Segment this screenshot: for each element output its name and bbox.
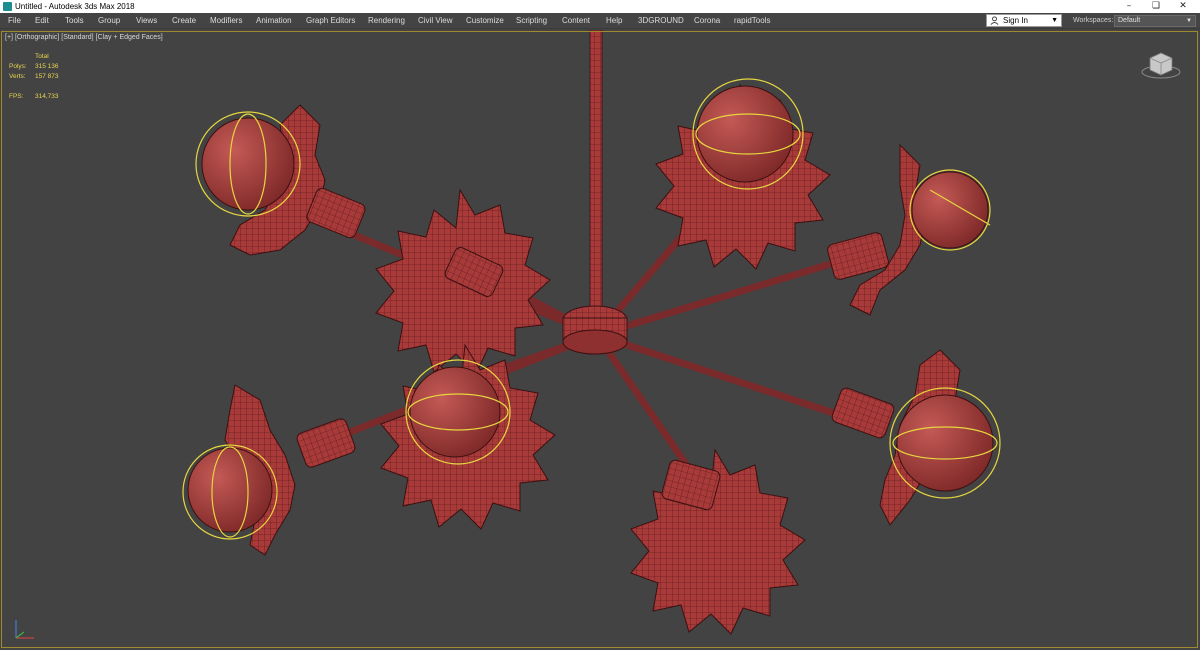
menu-rapidtools[interactable]: rapidTools	[734, 13, 770, 29]
center-hub[interactable]	[562, 305, 628, 355]
app-icon	[3, 2, 12, 11]
stats-polys-label: Polys:	[9, 63, 27, 70]
title-bar: Untitled - Autodesk 3ds Max 2018 – ❏ ✕	[0, 0, 1200, 13]
restore-button[interactable]: ❏	[1146, 0, 1166, 13]
user-icon	[990, 16, 999, 25]
menu-rendering[interactable]: Rendering	[368, 13, 405, 29]
viewport-point-of-view[interactable]: [Orthographic]	[15, 34, 59, 41]
chevron-down-icon: ▼	[1186, 18, 1192, 24]
workspaces-label: Workspaces:	[1073, 17, 1114, 24]
viewport[interactable]: [+] [Orthographic] [Standard] [Clay + Ed…	[0, 30, 1200, 650]
stats-fps-label: FPS:	[9, 93, 24, 100]
menu-customize[interactable]: Customize	[466, 13, 504, 29]
center-pole[interactable]	[589, 30, 603, 311]
menu-bar: File Edit Tools Group Views Create Modif…	[0, 13, 1200, 29]
stats-polys-value: 315 136	[35, 63, 59, 70]
menu-views[interactable]: Views	[136, 13, 157, 29]
menu-3dground[interactable]: 3DGROUND	[638, 13, 684, 29]
stats-total-label: Total	[35, 53, 49, 60]
menu-edit[interactable]: Edit	[35, 13, 49, 29]
menu-modifiers[interactable]: Modifiers	[210, 13, 242, 29]
axis-tripod-icon	[15, 620, 34, 639]
menu-scripting[interactable]: Scripting	[516, 13, 547, 29]
close-button[interactable]: ✕	[1173, 0, 1193, 13]
stats-verts-label: Verts:	[9, 73, 26, 80]
menu-file[interactable]: File	[8, 13, 21, 29]
menu-civil-view[interactable]: Civil View	[418, 13, 453, 29]
workspaces-value: Default	[1118, 17, 1141, 24]
sign-in-dropdown[interactable]: Sign In ▼	[986, 14, 1062, 27]
menu-help[interactable]: Help	[606, 13, 622, 29]
menu-content[interactable]: Content	[562, 13, 590, 29]
window-title: Untitled - Autodesk 3ds Max 2018	[15, 2, 135, 11]
viewcube-icon[interactable]	[1140, 48, 1182, 80]
menu-animation[interactable]: Animation	[256, 13, 292, 29]
workspaces-select[interactable]: Default ▼	[1114, 15, 1196, 27]
viewport-shading-standard[interactable]: [Standard]	[61, 34, 93, 41]
stats-verts-value: 157 873	[35, 73, 59, 80]
minimize-button[interactable]: –	[1119, 0, 1139, 13]
menu-create[interactable]: Create	[172, 13, 196, 29]
sign-in-label: Sign In	[1003, 16, 1028, 25]
menu-corona[interactable]: Corona	[694, 13, 720, 29]
menu-graph-editors[interactable]: Graph Editors	[306, 13, 355, 29]
viewport-display-style[interactable]: [Clay + Edged Faces]	[96, 34, 163, 41]
menu-group[interactable]: Group	[98, 13, 120, 29]
viewport-menu-plus[interactable]: [+]	[5, 34, 13, 41]
viewport-label[interactable]: [+] [Orthographic] [Standard] [Clay + Ed…	[5, 33, 163, 43]
stats-fps-value: 314,733	[35, 93, 59, 100]
chevron-down-icon: ▼	[1051, 17, 1058, 24]
menu-tools[interactable]: Tools	[65, 13, 84, 29]
scene-canvas[interactable]	[0, 30, 1200, 650]
